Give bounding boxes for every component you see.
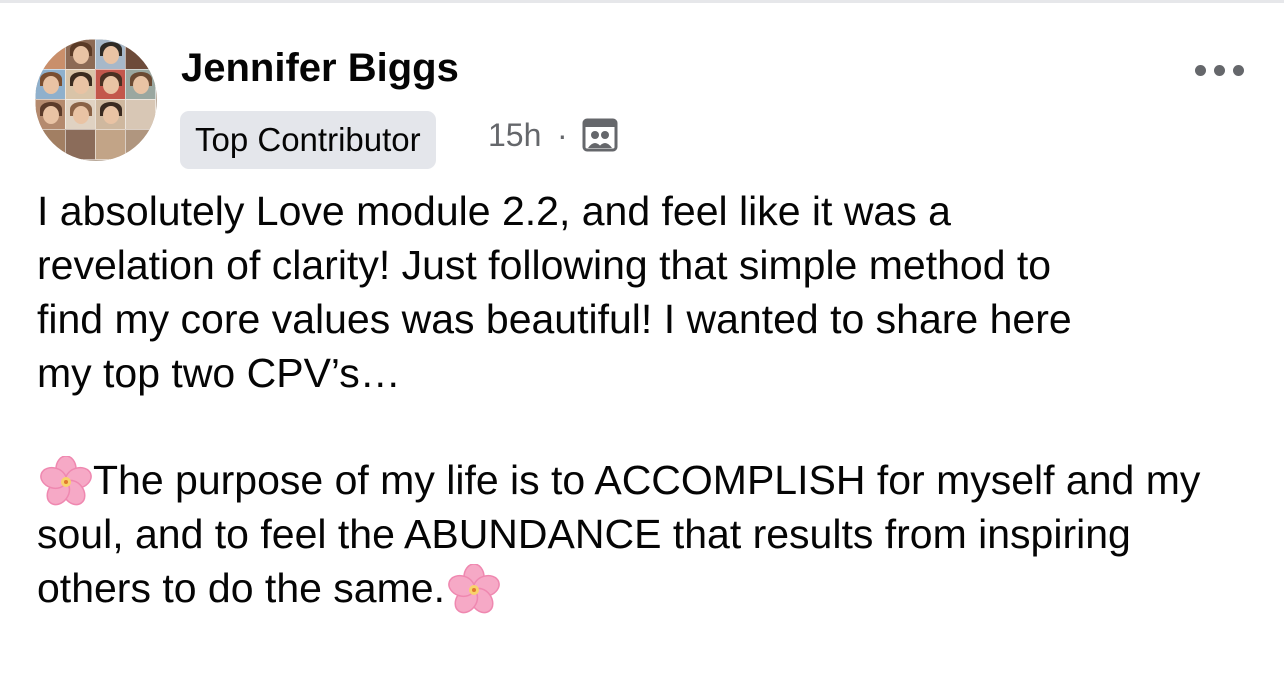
post-text-paragraph-2: The purpose of my life is to ACCOMPLISH …	[37, 453, 1252, 615]
more-options-dot	[1214, 65, 1225, 76]
post-text-paragraph-2-text: The purpose of my life is to ACCOMPLISH …	[37, 457, 1201, 611]
more-options-button[interactable]	[1190, 56, 1250, 84]
cherry-blossom-icon	[445, 563, 501, 614]
author-avatar[interactable]	[35, 39, 157, 161]
author-name[interactable]: Jennifer Biggs	[181, 44, 459, 92]
post-timestamp[interactable]: 15h	[488, 113, 541, 157]
more-options-icon	[1195, 65, 1206, 76]
cherry-blossom-icon	[37, 455, 93, 506]
meta-separator: ·	[557, 117, 568, 153]
top-contributor-badge[interactable]: Top Contributor	[180, 111, 436, 169]
more-options-dot	[1233, 65, 1244, 76]
group-members-icon[interactable]	[582, 118, 618, 152]
post-card: Jennifer Biggs Top Contributor 15h · I a…	[0, 0, 1284, 685]
post-text-paragraph-1: I absolutely Love module 2.2, and feel l…	[37, 188, 1072, 396]
